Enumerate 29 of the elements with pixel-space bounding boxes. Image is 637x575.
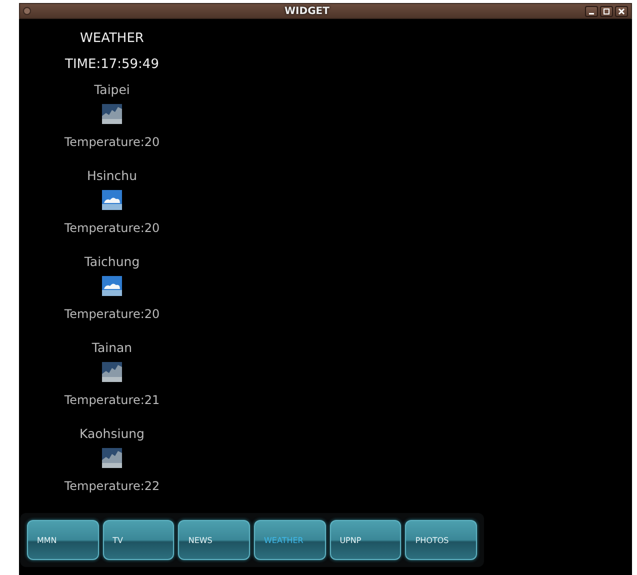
temperature-text: Temperature:20 (64, 306, 160, 323)
cloudy-icon (102, 362, 122, 382)
nav-button[interactable]: UPNP (330, 520, 402, 560)
city-name: Kaohsiung (80, 425, 144, 443)
city-name: Taipei (94, 81, 130, 99)
city-name: Hsinchu (86, 167, 138, 185)
window-menu-icon[interactable] (23, 7, 31, 15)
temperature-text: Temperature:20 (64, 220, 160, 237)
cloudy-icon (102, 448, 122, 468)
window-title: WIDGET (284, 6, 330, 16)
nav-button[interactable]: MMN (27, 520, 99, 560)
close-button[interactable] (615, 6, 628, 16)
maximize-icon (603, 8, 610, 14)
temperature-text: Temperature:22 (64, 478, 160, 495)
nav-button[interactable]: PHOTOS (405, 520, 478, 560)
minimize-button[interactable] (585, 6, 598, 16)
close-icon (618, 8, 625, 14)
widget-heading: WEATHER (80, 30, 144, 48)
partly-cloudy-icon (102, 276, 122, 296)
city-name: Tainan (92, 339, 132, 357)
partly-cloudy-icon (102, 190, 122, 210)
temperature-text: Temperature:20 (64, 134, 160, 151)
nav-button[interactable]: TV (102, 520, 174, 560)
maximize-button[interactable] (600, 6, 613, 16)
nav-button[interactable]: NEWS (178, 520, 250, 560)
temperature-text: Temperature:21 (64, 392, 160, 409)
cloudy-icon (102, 104, 122, 124)
city-name: Taichung (84, 253, 140, 271)
clock-text: TIME:17:59:49 (65, 56, 159, 74)
